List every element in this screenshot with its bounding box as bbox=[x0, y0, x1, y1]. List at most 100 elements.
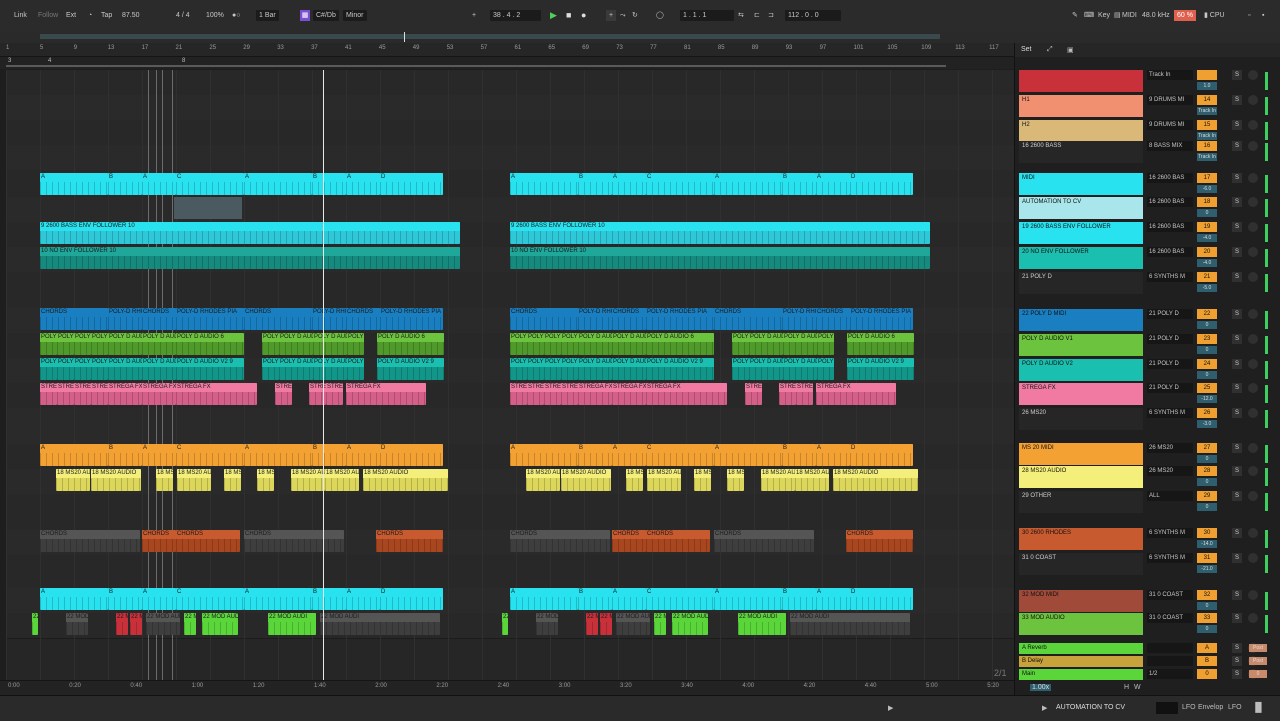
clip[interactable]: POLY-D RHODES PIA bbox=[108, 308, 142, 330]
clip[interactable]: B bbox=[578, 588, 612, 610]
input-routing-select[interactable]: 6 SYNTHS M bbox=[1147, 408, 1193, 418]
clip[interactable]: D bbox=[850, 444, 913, 466]
solo-button[interactable]: S bbox=[1232, 120, 1242, 130]
automation-arm-icon[interactable]: ⤳ bbox=[620, 10, 626, 21]
clip[interactable]: POLY D AUDIO V2 9 bbox=[561, 358, 578, 380]
solo-button[interactable]: S bbox=[1232, 656, 1242, 666]
overdub-button[interactable]: + bbox=[606, 10, 617, 21]
clip[interactable]: STREGA FX bbox=[74, 383, 91, 405]
clip[interactable]: POLY-D RHODES PIA bbox=[380, 308, 443, 330]
track-activator[interactable]: 25 bbox=[1197, 383, 1217, 393]
clip[interactable]: CHORDS bbox=[176, 530, 240, 552]
clip[interactable]: STREGA FX bbox=[57, 383, 74, 405]
loop-brace[interactable] bbox=[6, 65, 946, 67]
track-activator[interactable]: 17 bbox=[1197, 173, 1217, 183]
clip[interactable]: A bbox=[612, 173, 646, 195]
solo-button[interactable]: S bbox=[1232, 222, 1242, 232]
track-activator[interactable]: 18 bbox=[1197, 197, 1217, 207]
clip[interactable]: 22 MOD AUDI bbox=[268, 613, 316, 635]
time-selection[interactable] bbox=[174, 197, 242, 219]
solo-button[interactable]: S bbox=[1232, 553, 1242, 563]
track-name[interactable]: MIDI bbox=[1019, 173, 1143, 195]
clip[interactable]: POLY D AUDIO V2 9 bbox=[646, 358, 714, 380]
arm-button[interactable] bbox=[1248, 272, 1258, 282]
arm-button[interactable] bbox=[1248, 491, 1258, 501]
clip[interactable]: D bbox=[380, 588, 443, 610]
key-map-button[interactable]: Key bbox=[1098, 10, 1110, 21]
clip[interactable]: A bbox=[346, 173, 380, 195]
solo-button[interactable]: S bbox=[1232, 309, 1242, 319]
clip[interactable]: 18 MS20 AUDIO bbox=[224, 469, 241, 491]
clip[interactable]: POLY D AUDIO 6 bbox=[279, 333, 313, 355]
track-name[interactable]: AUTOMATION TO CV bbox=[1019, 197, 1143, 219]
track-name[interactable] bbox=[1019, 70, 1143, 92]
arm-button[interactable] bbox=[1248, 528, 1258, 538]
clip[interactable]: POLY-D RHODES PIA bbox=[312, 308, 346, 330]
solo-button[interactable]: S bbox=[1232, 491, 1242, 501]
track-activator[interactable]: 30 bbox=[1197, 528, 1217, 538]
volume-field[interactable]: -12.0 bbox=[1197, 395, 1217, 403]
time-signature[interactable]: 4 / 4 bbox=[176, 10, 190, 21]
clip[interactable]: POLY D AUDIO V2 9 bbox=[377, 358, 444, 380]
clip[interactable]: 18 MS20 AUDIO bbox=[363, 469, 448, 491]
time-ruler[interactable]: 0:00 0:20 0:40 1:00 1:20 1:40 2:00 2:20 2:40 3:00… bbox=[0, 680, 1014, 695]
clip[interactable]: A bbox=[346, 588, 380, 610]
clip[interactable]: POLY D AUDIO 6 bbox=[142, 333, 176, 355]
clip[interactable]: STREGA FX bbox=[40, 383, 57, 405]
clip[interactable]: 22 MOD AUDI bbox=[586, 613, 598, 635]
hide-button[interactable]: H bbox=[1124, 684, 1129, 691]
track-activator[interactable]: 20 bbox=[1197, 247, 1217, 257]
track-lane[interactable] bbox=[6, 70, 1014, 97]
track-activator[interactable]: 21 bbox=[1197, 272, 1217, 282]
input-routing-select[interactable]: 6 SYNTHS M bbox=[1147, 272, 1193, 282]
quantize-select[interactable]: 1 Bar bbox=[256, 10, 279, 21]
clip[interactable]: A bbox=[244, 444, 312, 466]
input-routing-select[interactable]: 26 MS20 bbox=[1147, 443, 1193, 453]
clip[interactable]: 18 MS20 AUDIO bbox=[56, 469, 90, 491]
track-name[interactable]: POLY D AUDIO V1 bbox=[1019, 334, 1143, 356]
volume-field[interactable]: 0 bbox=[1197, 346, 1217, 354]
track-activator[interactable]: 22 bbox=[1197, 309, 1217, 319]
volume-field[interactable]: -14.0 bbox=[1197, 540, 1217, 548]
input-routing-select[interactable]: 8 BASS MIX bbox=[1147, 141, 1193, 151]
loop-length[interactable]: 112 . 0 . 0 bbox=[785, 10, 841, 21]
clip[interactable]: POLY D AUDIO V2 9 bbox=[91, 358, 108, 380]
clip[interactable]: 18 MS20 AUDIO bbox=[561, 469, 611, 491]
track-name[interactable]: Main bbox=[1019, 669, 1143, 680]
clip[interactable]: POLY-D RHODES PIA bbox=[850, 308, 913, 330]
clip[interactable]: 18 MS20 AUDIO bbox=[833, 469, 918, 491]
clip[interactable]: 10 NO ENV FOLLOWER 10 bbox=[510, 247, 930, 269]
track-lane[interactable] bbox=[6, 272, 1014, 309]
track-activator[interactable]: 14 bbox=[1197, 95, 1217, 105]
volume-field[interactable]: Track In bbox=[1197, 107, 1217, 115]
clip[interactable]: A bbox=[510, 588, 578, 610]
locator-lane[interactable]: 3 4 8 bbox=[0, 57, 1014, 69]
clip[interactable]: A bbox=[510, 173, 578, 195]
clip[interactable]: CHORDS bbox=[40, 308, 108, 330]
clip[interactable]: STREGA FX bbox=[561, 383, 578, 405]
lock-icon[interactable]: ▣ bbox=[1067, 46, 1074, 54]
midi-map-button[interactable]: MIDI bbox=[1122, 10, 1137, 21]
clip[interactable]: STREGA FX bbox=[612, 383, 646, 405]
input-routing-select[interactable]: 16 2600 BAS bbox=[1147, 197, 1193, 207]
volume-field[interactable]: 1.0 bbox=[1197, 82, 1217, 90]
clip[interactable]: STREGA FX bbox=[527, 383, 544, 405]
tempo-field[interactable]: 87.50 bbox=[122, 10, 140, 21]
track-activator[interactable]: 31 bbox=[1197, 553, 1217, 563]
clip[interactable]: STREGA FX bbox=[108, 383, 142, 405]
volume-field[interactable]: 0 bbox=[1197, 503, 1217, 511]
clip[interactable]: POLY D AUDIO 6 bbox=[57, 333, 74, 355]
clip[interactable]: 18 MS20 AUDIO bbox=[647, 469, 681, 491]
clip[interactable]: POLY D AUDIO V2 9 bbox=[142, 358, 176, 380]
computer-keyboard-icon[interactable]: ⌨ bbox=[1084, 10, 1094, 21]
track-lane[interactable] bbox=[6, 95, 1014, 121]
arm-button[interactable] bbox=[1248, 383, 1258, 393]
input-routing-select[interactable]: 31 0 COAST bbox=[1147, 590, 1193, 600]
clip[interactable]: C bbox=[176, 173, 244, 195]
clip[interactable]: POLY D AUDIO 6 bbox=[91, 333, 108, 355]
input-routing-select[interactable]: 16 2600 BAS bbox=[1147, 247, 1193, 257]
solo-button[interactable]: S bbox=[1232, 247, 1242, 257]
clip[interactable]: A bbox=[142, 588, 176, 610]
clip[interactable]: 22 MOD AUDI bbox=[184, 613, 196, 635]
clip[interactable]: STREGA FX bbox=[275, 383, 292, 405]
